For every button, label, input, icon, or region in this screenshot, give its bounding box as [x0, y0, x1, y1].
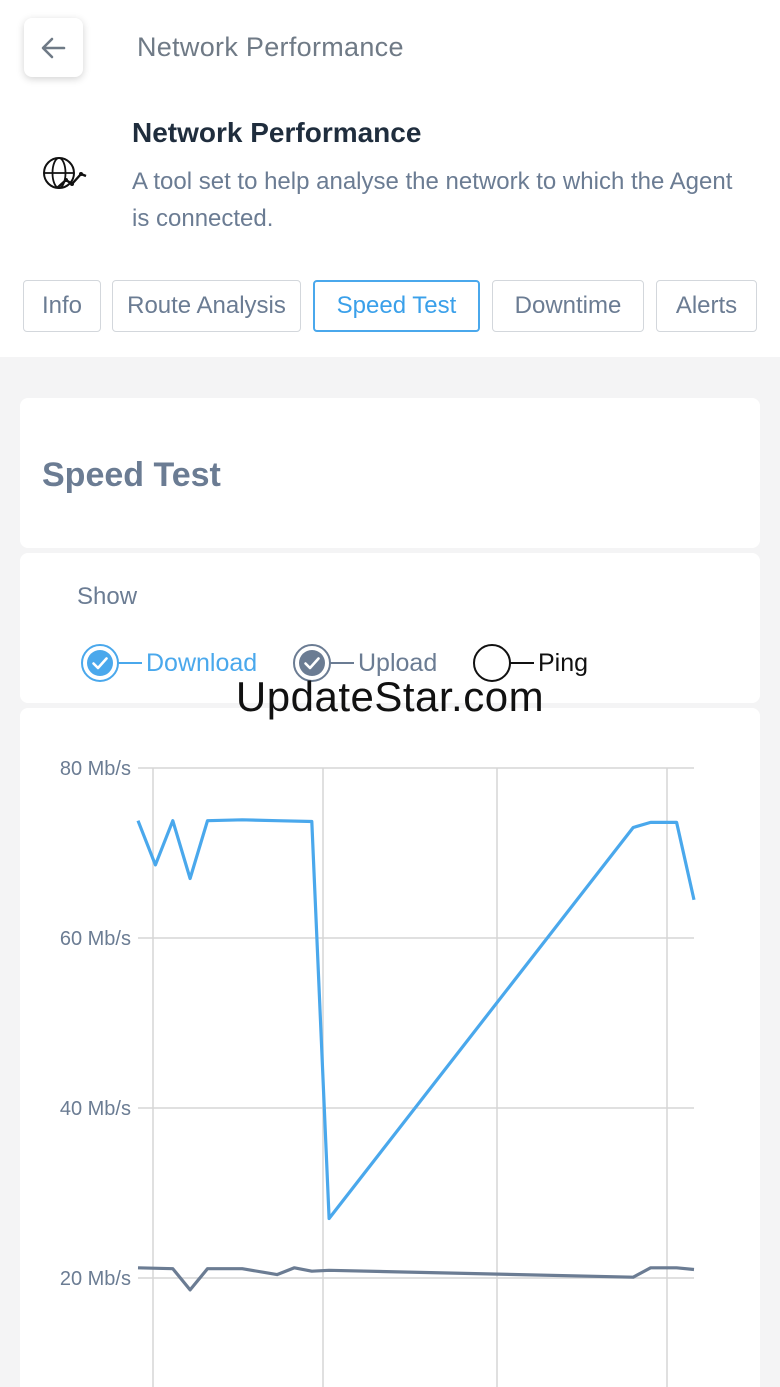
y-tick-label: 40 Mb/s	[60, 1098, 131, 1120]
series-line-download	[136, 818, 696, 1221]
y-tick-label: 60 Mb/s	[60, 928, 131, 950]
y-tick-label: 20 Mb/s	[60, 1268, 131, 1290]
y-tick-label: 80 Mb/s	[60, 758, 131, 780]
watermark-text: UpdateStar.com	[235, 673, 545, 720]
series-line-upload	[137, 1266, 695, 1292]
